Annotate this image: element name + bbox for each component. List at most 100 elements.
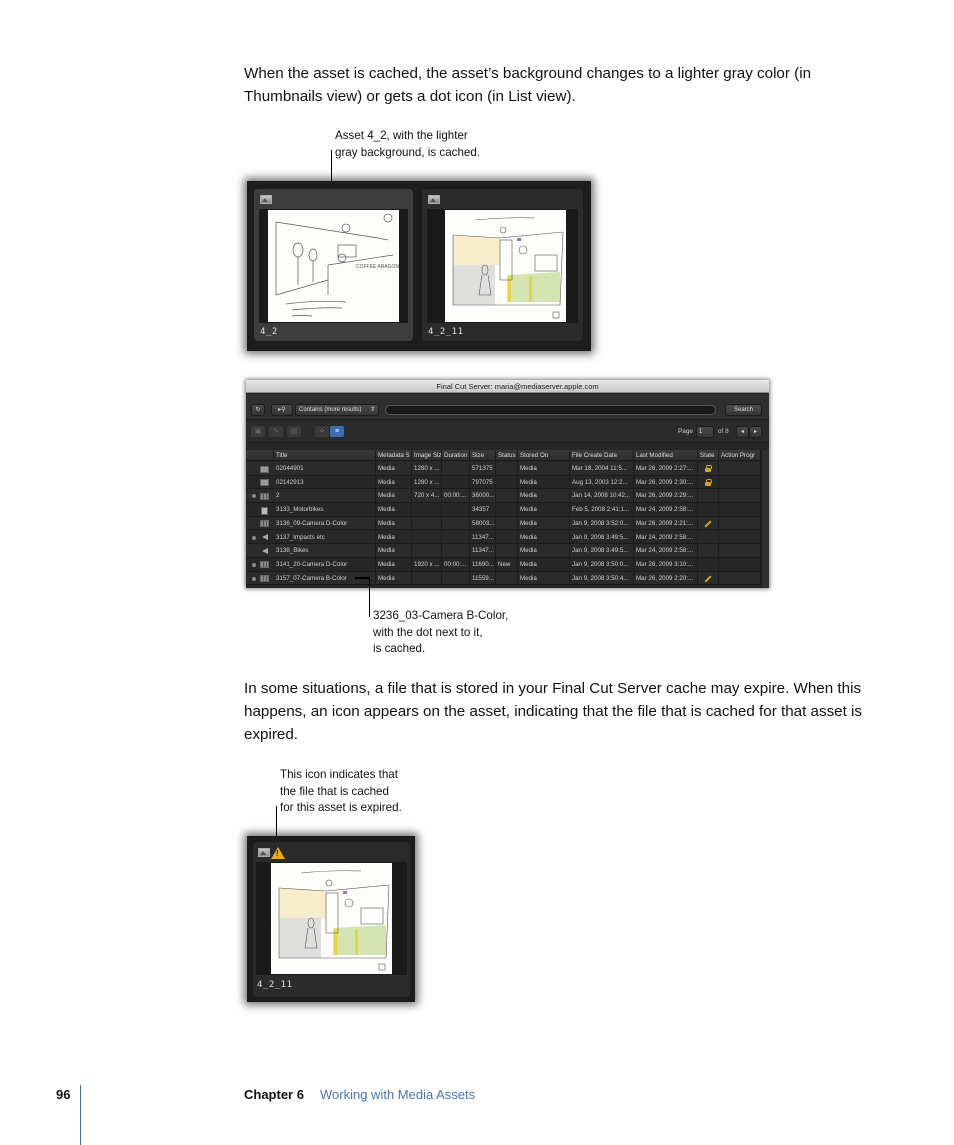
- window-title: Final Cut Server: maria@mediaserver.appl…: [246, 380, 769, 393]
- column-header-size[interactable]: Size: [470, 450, 496, 461]
- callout-line: 3236_03-Camera B-Color,: [373, 609, 509, 622]
- cell-state: [698, 571, 719, 586]
- column-header-spacer: [246, 450, 274, 461]
- cell-metadata: Media: [376, 530, 412, 545]
- table-row[interactable]: 02044901 Media 1280 x ... 571375 Media Mar 18…: [246, 462, 761, 476]
- cell-image-size: [412, 571, 442, 586]
- cell-modified: Mar 26, 2009 2:29:...: [634, 489, 698, 504]
- column-header-status[interactable]: Status: [496, 450, 518, 461]
- cell-state: [698, 530, 719, 545]
- search-scope-select[interactable]: Contains (more results) ⇕: [295, 404, 379, 416]
- left-arrow-icon: ◂: [740, 429, 744, 435]
- column-header-stored-on[interactable]: Stored On: [518, 450, 570, 461]
- cell-stored-on: Media: [518, 516, 570, 531]
- cell-modified: Mar 26, 2009 2:30:...: [634, 475, 698, 490]
- table-row[interactable]: 3138_Bikes Media 11347... Media Jan 9, 2008 …: [246, 544, 761, 558]
- table-row[interactable]: 3136_09-Camera D-Color Media 58003... Media…: [246, 516, 761, 531]
- table-row[interactable]: 3157_07-Camera B-Color Media 11559... Media…: [246, 571, 761, 586]
- cached-dot-icon: [252, 562, 256, 567]
- cell-metadata: Media: [376, 557, 412, 572]
- cell-duration: [442, 516, 470, 531]
- column-header-metadata[interactable]: Metadata S: [376, 450, 412, 461]
- edit-button[interactable]: ✎: [269, 426, 283, 437]
- cached-dot-icon: [252, 576, 256, 581]
- page-number: 96: [56, 1087, 71, 1102]
- callout-line: the file that is cached: [280, 784, 389, 798]
- cell-stored-on: Media: [518, 503, 570, 517]
- cell-created: Jan 9, 2008 3:52:0...: [570, 516, 634, 531]
- cell-size: 34357: [470, 503, 496, 517]
- callout-line: with the dot next to it,: [373, 625, 483, 639]
- image-asset-icon: [260, 465, 269, 473]
- cell-modified: Mar 24, 2009 2:58:...: [634, 503, 698, 517]
- callout-expired: This icon indicates that the file that i…: [280, 767, 402, 817]
- column-header-title[interactable]: Title: [274, 450, 376, 461]
- search-button[interactable]: Search: [725, 404, 762, 416]
- asset-thumbnail[interactable]: 4_2_11: [422, 189, 583, 341]
- callout-line: is cached.: [373, 642, 426, 655]
- cell-state: [698, 544, 719, 558]
- lock-icon: ▣: [254, 428, 262, 435]
- footer-divider: [80, 1085, 81, 1145]
- asset-thumbnail-cached[interactable]: COFFEE ARAGON 4_2: [254, 189, 413, 341]
- cell-size: 571375: [470, 462, 496, 476]
- callout-line: Asset 4_2, with the lighter: [335, 129, 468, 142]
- cell-metadata: Media: [376, 475, 412, 490]
- cell-status: [496, 530, 518, 545]
- cell-modified: Mar 26, 2009 2:27:...: [634, 462, 698, 476]
- callout-list-cached: 3236_03-Camera B-Color, with the dot nex…: [373, 608, 508, 658]
- movie-asset-icon: [260, 520, 269, 528]
- search-toolbar: ↻ ▸⚲ Contains (more results) ⇕ Search: [246, 394, 769, 420]
- table-row[interactable]: 3137_Impacts etc Media 11347... Media Jan 9,…: [246, 530, 761, 545]
- cell-size: 11347...: [470, 530, 496, 545]
- cached-dot-icon: [252, 494, 256, 499]
- cell-metadata: Media: [376, 544, 412, 558]
- column-header-image-size[interactable]: Image Siz: [412, 450, 442, 461]
- cell-state: [698, 503, 719, 517]
- column-header-duration[interactable]: Duration: [442, 450, 470, 461]
- cell-stored-on: Media: [518, 571, 570, 586]
- cell-stored-on: Media: [518, 557, 570, 572]
- search-options-button[interactable]: ▸⚲: [271, 404, 293, 416]
- column-header-file-create-date[interactable]: File Create Date: [570, 450, 634, 461]
- audio-asset-icon: [262, 547, 268, 554]
- cell-duration: [442, 571, 470, 586]
- thumbnails-view-button[interactable]: ⁘: [315, 426, 329, 437]
- cell-size: 36000...: [470, 489, 496, 504]
- thumbnail-label: 4_2_11: [428, 327, 464, 337]
- export-button[interactable]: ▤: [287, 426, 301, 437]
- cell-title: 3141_20-Camera D-Color: [274, 557, 376, 572]
- pencil-icon: ✎: [273, 428, 279, 435]
- table-row[interactable]: 3141_20-Camera D-Color Media 1920 x ... 00:…: [246, 557, 761, 572]
- asset-thumbnail-expired[interactable]: ! 4_2_11: [253, 842, 410, 997]
- cell-duration: [442, 475, 470, 490]
- list-view-button[interactable]: ≡: [330, 426, 344, 437]
- cell-image-size: 1280 x ...: [412, 462, 442, 476]
- search-scope-value: Contains (more results): [299, 407, 362, 413]
- callout-leader-line: [355, 577, 369, 579]
- footer-chapter-title[interactable]: Working with Media Assets: [320, 1087, 475, 1102]
- cell-status: [496, 544, 518, 558]
- column-header-last-modified[interactable]: Last Modified: [634, 450, 698, 461]
- refresh-icon: ↻: [255, 407, 261, 413]
- thumbnails-view: COFFEE ARAGON 4_2 4_2_11: [247, 181, 591, 351]
- doc-asset-icon: [261, 506, 268, 515]
- cell-title: 3133_Motorbikes: [274, 503, 376, 517]
- search-input[interactable]: [385, 405, 716, 415]
- cell-stored-on: Media: [518, 489, 570, 504]
- checkout-button[interactable]: ▣: [251, 426, 265, 437]
- next-page-button[interactable]: ▸: [749, 426, 762, 438]
- cell-status: [496, 462, 518, 476]
- cell-duration: 00:00:...: [442, 557, 470, 572]
- cell-created: Jan 14, 2008 10:42...: [570, 489, 634, 504]
- table-row[interactable]: 2 Media 720 x 4... 00:00:... 36000... Media Ja…: [246, 489, 761, 504]
- refresh-button[interactable]: ↻: [251, 404, 265, 416]
- prev-page-button[interactable]: ◂: [736, 426, 749, 438]
- cell-action-progress: [719, 544, 761, 558]
- column-header-state[interactable]: State: [698, 450, 719, 461]
- page-select[interactable]: 1: [696, 426, 714, 438]
- table-row[interactable]: 02142913 Media 1280 x ... 797075 Media Aug 13…: [246, 475, 761, 490]
- table-row[interactable]: 3133_Motorbikes Media 34357 Media Feb 5, 200…: [246, 503, 761, 517]
- column-header-action-progress[interactable]: Action Progr: [719, 450, 761, 461]
- vertical-scrollbar[interactable]: [761, 450, 769, 588]
